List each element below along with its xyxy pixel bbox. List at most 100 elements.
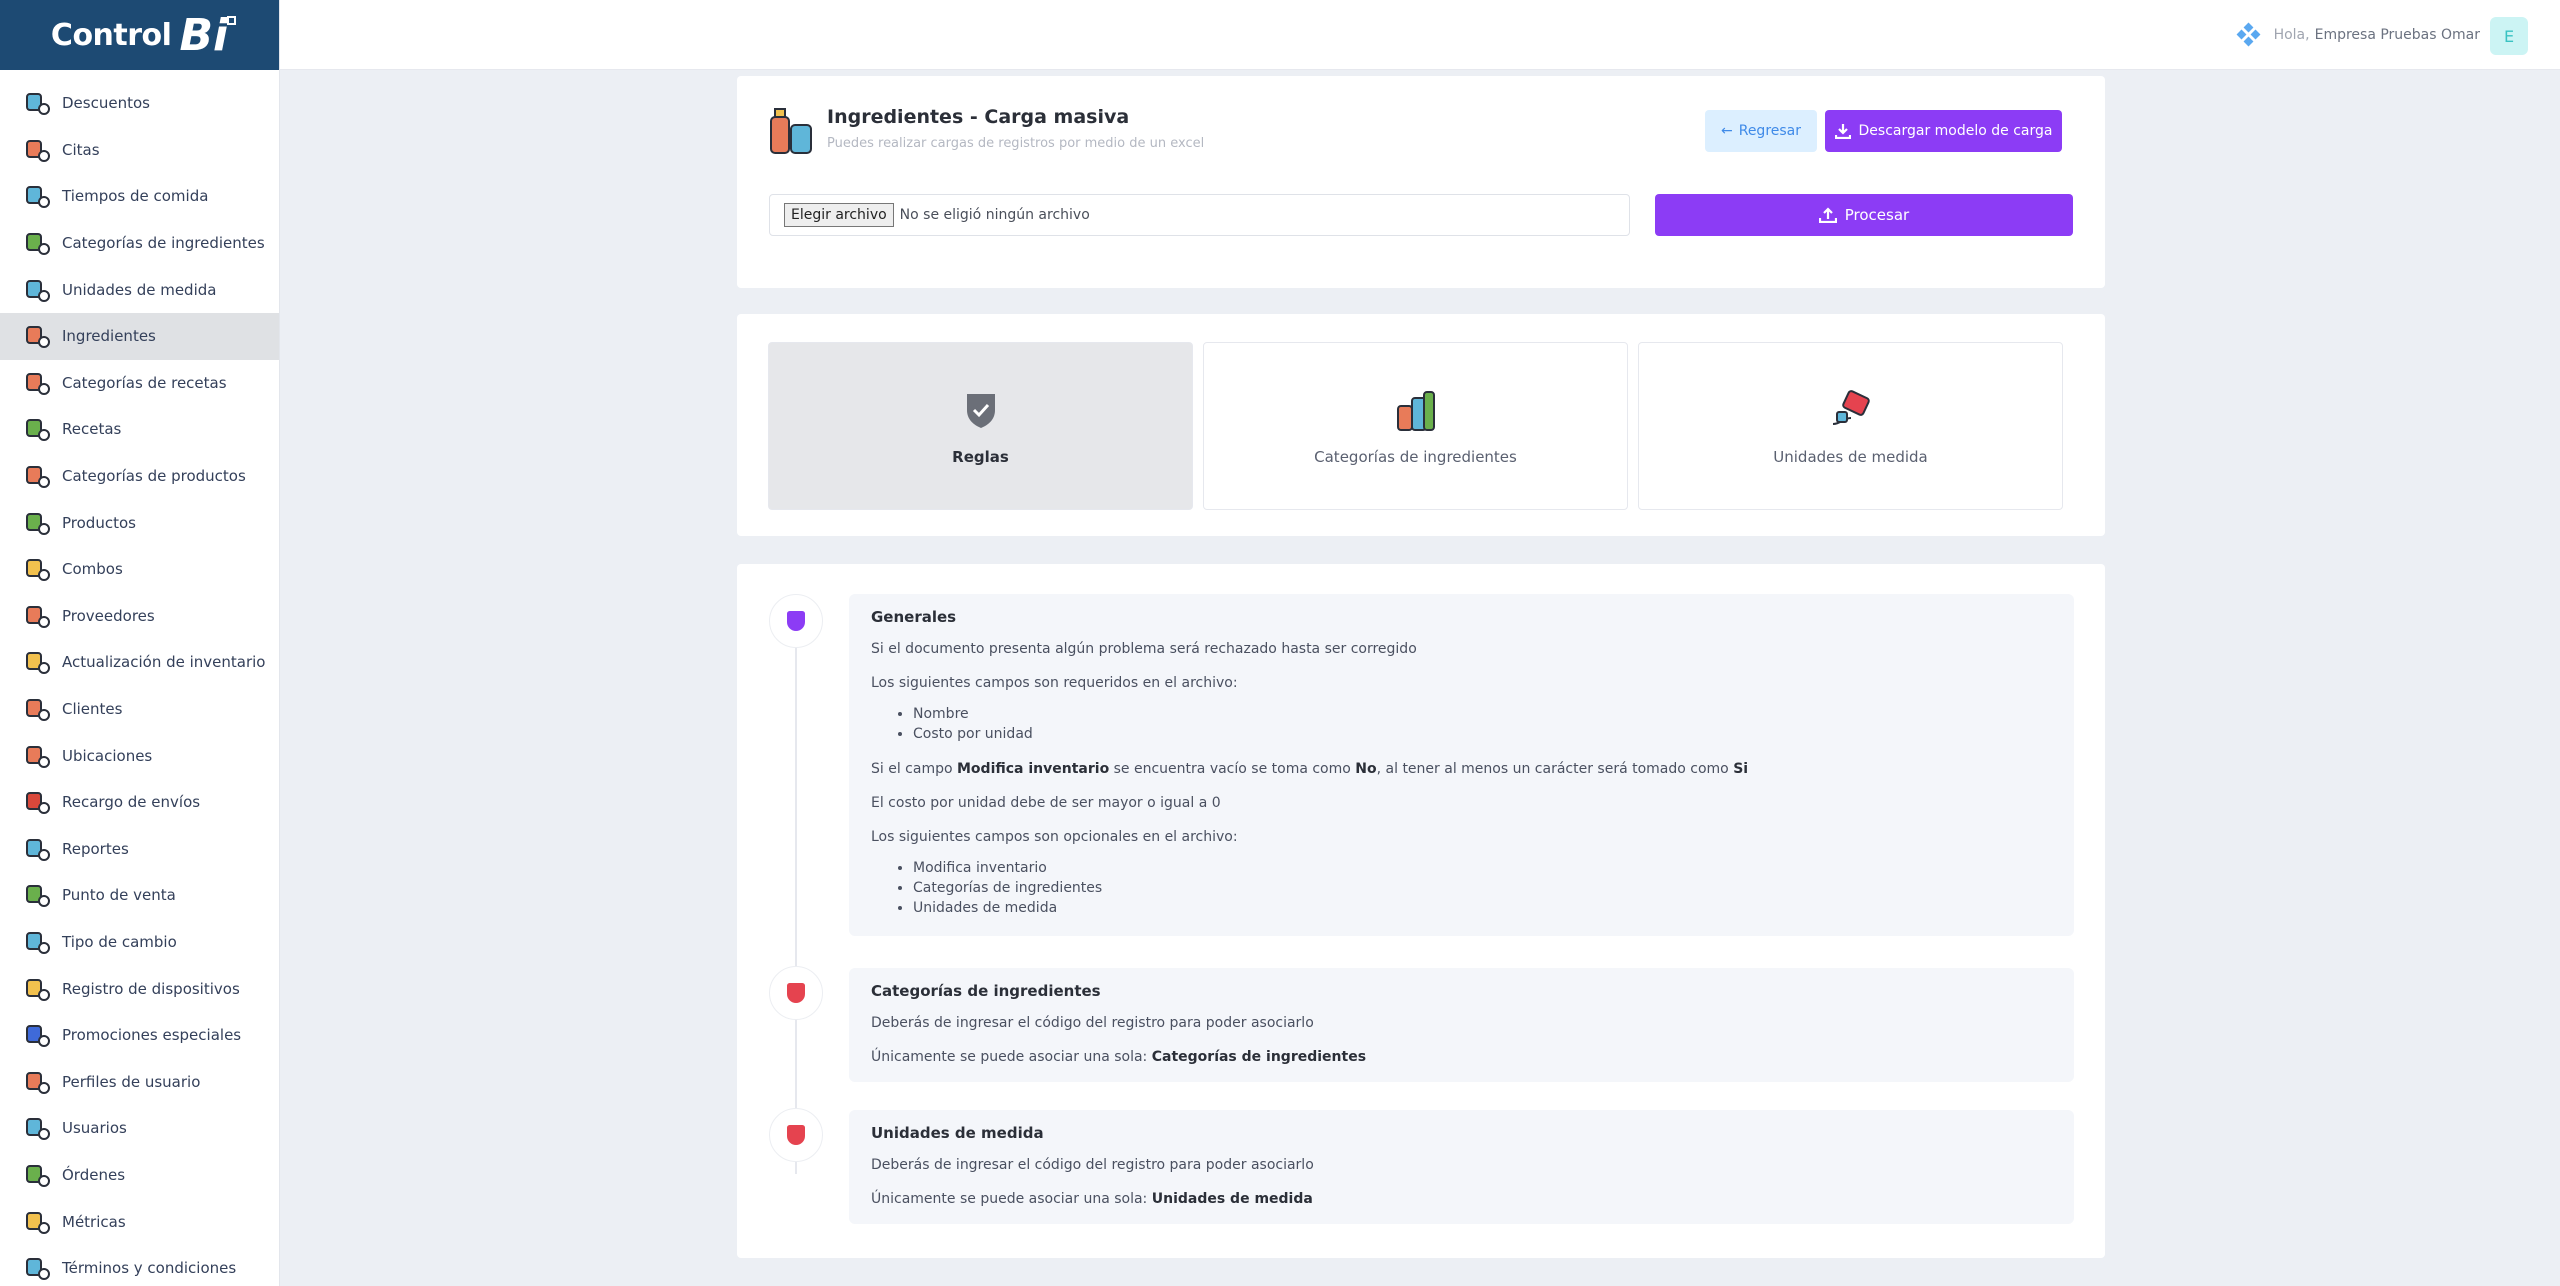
sidebar-item-label: Reportes xyxy=(62,839,129,858)
sidebar-item-label: Citas xyxy=(62,140,100,159)
sidebar-item-label: Recetas xyxy=(62,420,122,439)
sidebar-item-label: Categorías de productos xyxy=(62,467,246,486)
measure-units-icon xyxy=(1832,390,1870,425)
rule-text: Si el campo Modifica inventario se encue… xyxy=(871,761,1749,777)
sidebar-item-label: Categorías de recetas xyxy=(62,373,227,392)
apps-diamond-icon[interactable] xyxy=(2236,22,2261,47)
back-label: Regresar xyxy=(1738,123,1802,139)
sidebar-item-inventory-update[interactable]: Actualización de inventario xyxy=(0,639,279,686)
sidebar-item-terms[interactable]: Términos y condiciones xyxy=(0,1245,279,1286)
sidebar-item-users[interactable]: Usuarios xyxy=(0,1105,279,1152)
rule-categories-title: Categorías de ingredientes xyxy=(871,982,1101,1000)
download-template-button[interactable]: Descargar modelo de carga xyxy=(1825,110,2062,152)
sidebar-item-product-categories[interactable]: Categorías de productos xyxy=(0,453,279,500)
topbar: Hola, Empresa Pruebas Omar E xyxy=(280,0,2560,70)
list-item: Modifica inventario xyxy=(913,858,2052,878)
rule-text: El costo por unidad debe de ser mayor o … xyxy=(871,795,1221,811)
sidebar-item-point-of-sale[interactable]: Punto de venta xyxy=(0,872,279,919)
list-item: Nombre xyxy=(913,704,2052,724)
calendar-icon xyxy=(24,136,52,164)
rule-text: Los siguientes campos son opcionales en … xyxy=(871,829,1238,845)
shield-icon xyxy=(787,983,805,1003)
sidebar-item-products[interactable]: Productos xyxy=(0,499,279,546)
recipes-icon xyxy=(24,415,52,443)
devices-icon xyxy=(24,975,52,1003)
sidebar-item-combos[interactable]: Combos xyxy=(0,546,279,593)
suppliers-icon xyxy=(24,602,52,630)
avatar[interactable]: E xyxy=(2490,17,2528,55)
rule-general-title: Generales xyxy=(871,608,957,626)
sidebar-item-label: Términos y condiciones xyxy=(62,1259,237,1278)
users-icon xyxy=(24,1114,52,1142)
rule-text: Únicamente se puede asociar una sola: Un… xyxy=(871,1191,1313,1207)
sidebar-item-label: Ubicaciones xyxy=(62,746,153,765)
sidebar-item-recipe-categories[interactable]: Categorías de recetas xyxy=(0,360,279,407)
tab-rules[interactable]: Reglas xyxy=(768,342,1193,510)
tab-ingredient-categories[interactable]: Categorías de ingredientes xyxy=(1203,342,1628,510)
sidebar-item-promotions[interactable]: Promociones especiales xyxy=(0,1012,279,1059)
page-subtitle: Puedes realizar cargas de registros por … xyxy=(827,136,1205,151)
file-input[interactable]: Elegir archivo No se eligió ningún archi… xyxy=(769,194,1630,236)
sidebar-item-label: Descuentos xyxy=(62,94,150,113)
rule-general-dot xyxy=(769,594,823,648)
product-categories-icon xyxy=(24,462,52,490)
brand-logo[interactable]: Control Bi xyxy=(0,0,279,70)
page-title: Ingredientes - Carga masiva xyxy=(827,106,1130,128)
sidebar-item-suppliers[interactable]: Proveedores xyxy=(0,593,279,640)
timeline-line xyxy=(795,614,797,1174)
file-status: No se eligió ningún archivo xyxy=(899,207,1090,223)
download-icon xyxy=(1834,124,1851,139)
exchange-rate-icon xyxy=(24,928,52,956)
tab-ingredient-categories-label: Categorías de ingredientes xyxy=(1314,448,1517,466)
shipping-fee-icon xyxy=(24,788,52,816)
sidebar-item-exchange-rate[interactable]: Tipo de cambio xyxy=(0,919,279,966)
sidebar-item-label: Usuarios xyxy=(62,1119,127,1138)
sidebar-item-label: Clientes xyxy=(62,700,123,719)
discount-icon xyxy=(24,89,52,117)
arrow-left-icon: ← xyxy=(1720,123,1733,139)
sidebar-item-ingredient-categories[interactable]: Categorías de ingredientes xyxy=(0,220,279,267)
sidebar-item-orders[interactable]: Órdenes xyxy=(0,1152,279,1199)
greeting-text: Hola, xyxy=(2273,27,2310,43)
sidebar-item-ingredients[interactable]: Ingredientes xyxy=(0,312,279,360)
ingredient-categories-icon xyxy=(24,229,52,257)
tab-rules-label: Reglas xyxy=(952,448,1009,466)
sidebar-item-recipes[interactable]: Recetas xyxy=(0,406,279,453)
sidebar-item-discount[interactable]: Descuentos xyxy=(0,80,279,127)
sidebar-item-label: Categorías de ingredientes xyxy=(62,234,265,253)
sidebar-item-clients[interactable]: Clientes xyxy=(0,686,279,733)
rule-categories-dot xyxy=(769,966,823,1020)
rule-text: Únicamente se puede asociar una sola: Ca… xyxy=(871,1049,1367,1065)
rule-general: Generales Si el documento presenta algún… xyxy=(849,594,2074,936)
rule-categories: Categorías de ingredientes Deberás de in… xyxy=(849,968,2074,1082)
choose-file-button[interactable]: Elegir archivo xyxy=(784,203,894,227)
sidebar-item-shipping-fee[interactable]: Recargo de envíos xyxy=(0,779,279,826)
process-button[interactable]: Procesar xyxy=(1655,194,2073,236)
sidebar-item-locations[interactable]: Ubicaciones xyxy=(0,732,279,779)
list-item: Categorías de ingredientes xyxy=(913,878,2052,898)
sidebar-item-label: Productos xyxy=(62,513,136,532)
ingredients-bottles-icon xyxy=(768,106,816,156)
sidebar-item-devices[interactable]: Registro de dispositivos xyxy=(0,965,279,1012)
sidebar-item-label: Órdenes xyxy=(62,1165,126,1184)
ingredients-icon xyxy=(24,322,52,350)
sidebar-item-calendar[interactable]: Citas xyxy=(0,127,279,174)
optional-fields-list: Modifica inventario Categorías de ingred… xyxy=(913,858,2052,918)
sidebar-item-meal-time[interactable]: Tiempos de comida xyxy=(0,173,279,220)
rule-text: Los siguientes campos son requeridos en … xyxy=(871,675,1238,691)
sidebar-item-measure-units[interactable]: Unidades de medida xyxy=(0,266,279,313)
sidebar-item-reports[interactable]: Reportes xyxy=(0,826,279,873)
tab-measure-units[interactable]: Unidades de medida xyxy=(1638,342,2063,510)
products-icon xyxy=(24,509,52,537)
sidebar-item-user-profiles[interactable]: Perfiles de usuario xyxy=(0,1058,279,1105)
locations-icon xyxy=(24,742,52,770)
sidebar-item-metrics[interactable]: Métricas xyxy=(0,1198,279,1245)
user-greeting[interactable]: Hola, Empresa Pruebas Omar xyxy=(2274,0,2480,70)
rule-text: Deberás de ingresar el código del regist… xyxy=(871,1015,1314,1031)
sidebar-item-label: Tiempos de comida xyxy=(62,187,209,206)
upload-icon xyxy=(1818,207,1837,223)
rule-text: Deberás de ingresar el código del regist… xyxy=(871,1157,1314,1173)
inventory-update-icon xyxy=(24,648,52,676)
back-button[interactable]: ← Regresar xyxy=(1705,110,1817,152)
rule-units: Unidades de medida Deberás de ingresar e… xyxy=(849,1110,2074,1224)
